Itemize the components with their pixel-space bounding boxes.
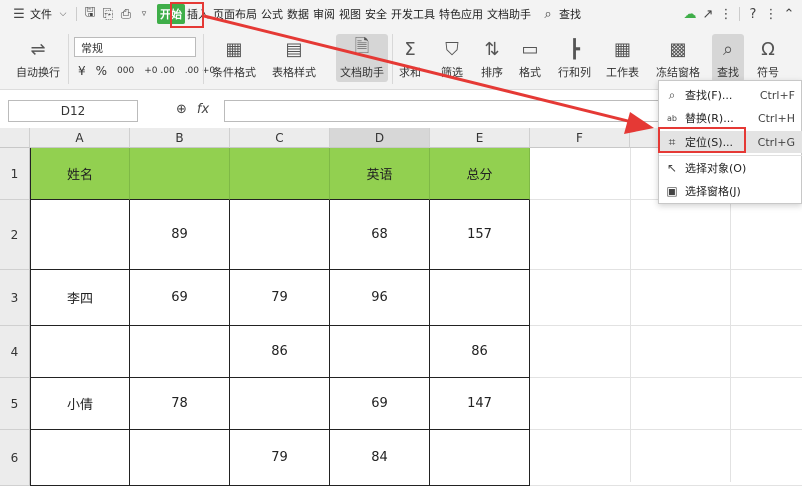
- selection-pane-icon: ▣: [666, 184, 678, 198]
- menu-item-find[interactable]: ⌕ 查找(F)... Ctrl+F: [659, 84, 802, 106]
- menu-item-select-objects[interactable]: ↖ 选择对象(O): [659, 157, 802, 179]
- goto-annotation-box: [658, 127, 746, 153]
- menu-item-replace[interactable]: ab 替换(R)... Ctrl+H: [659, 107, 802, 129]
- menu-item-selection-pane[interactable]: ▣ 选择窗格(J): [659, 180, 802, 202]
- replace-icon: ab: [667, 113, 677, 123]
- search-icon: ⌕: [668, 87, 676, 102]
- annotation-arrow: [203, 14, 654, 134]
- divider: [659, 155, 802, 156]
- cursor-icon: ↖: [666, 161, 678, 175]
